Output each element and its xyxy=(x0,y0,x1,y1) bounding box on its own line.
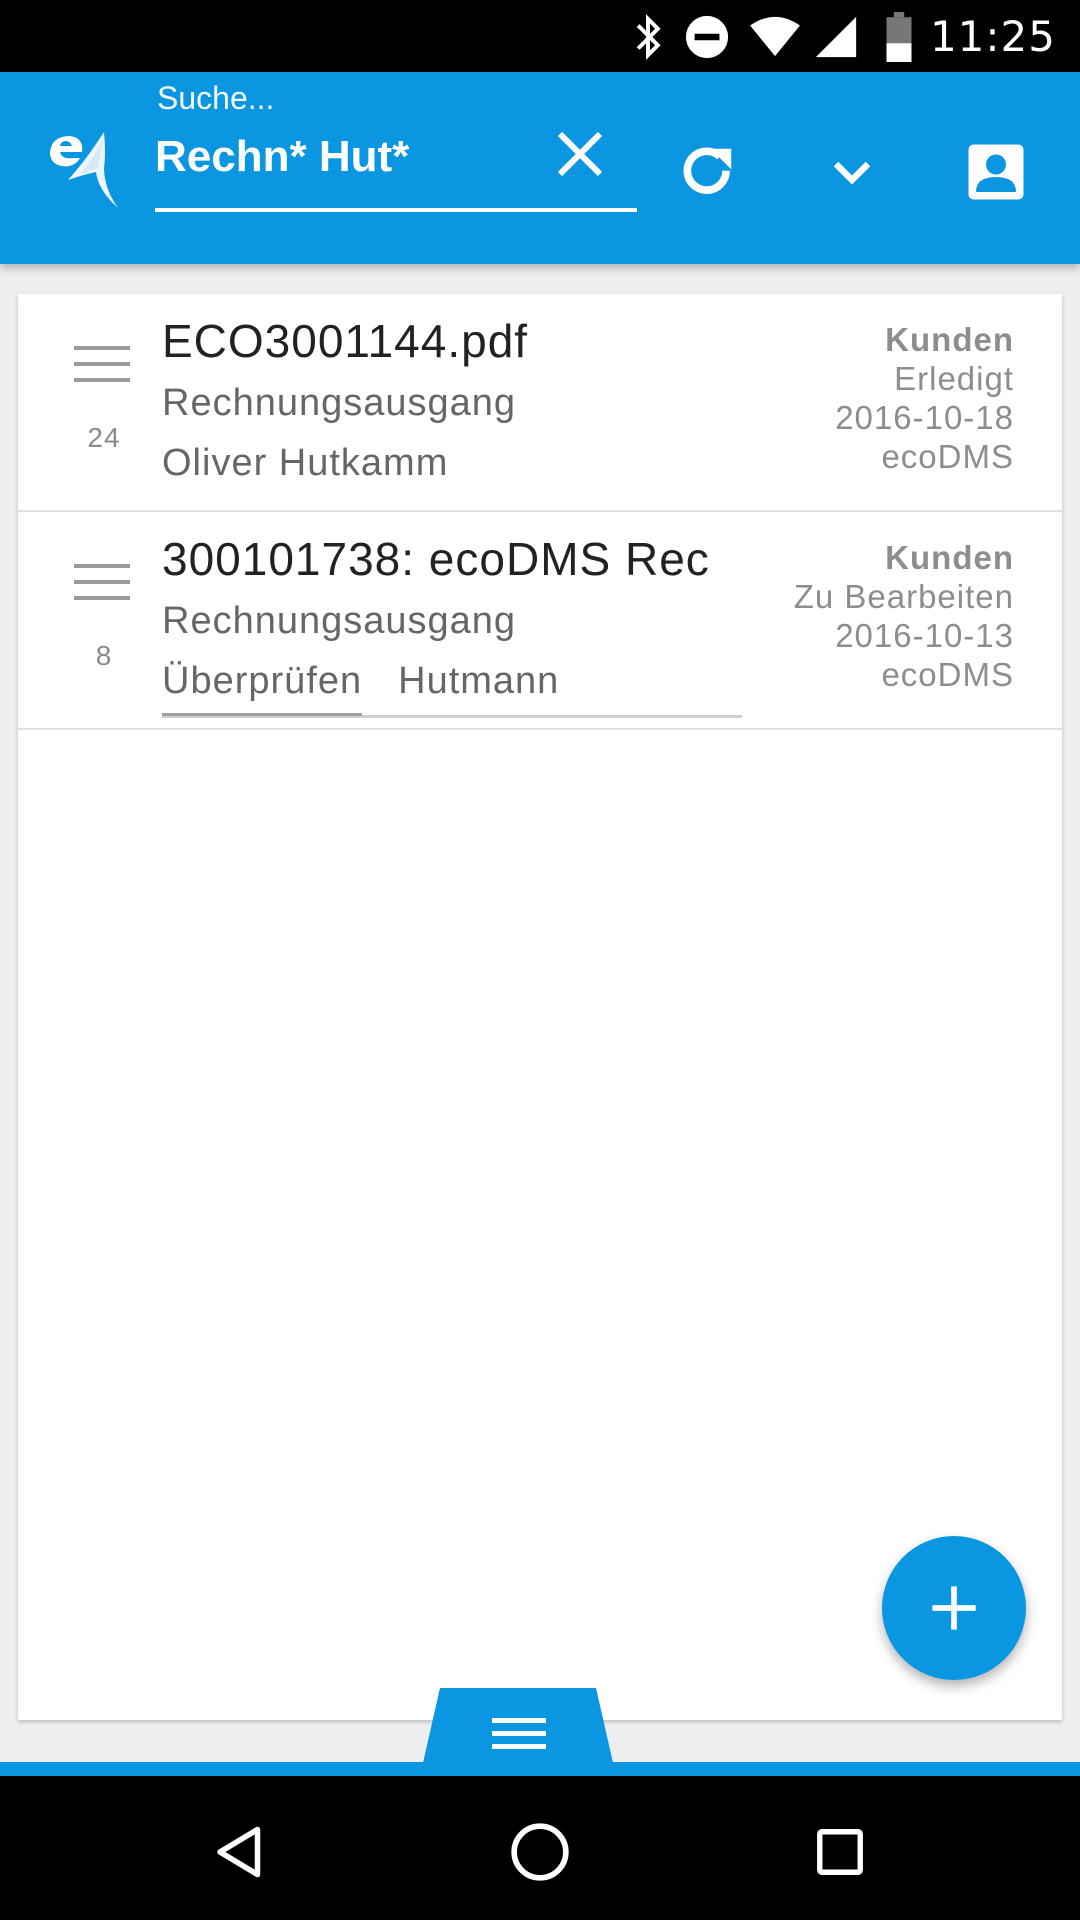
document-meta: Kunden Zu Bearbeiten 2016-10-13 ecoDMS xyxy=(794,538,1014,694)
search-label: Suche... xyxy=(157,80,275,116)
item-count: 8 xyxy=(95,640,113,671)
document-title: 300101738: ecoDMS Rec xyxy=(162,533,710,585)
system-nav-bar xyxy=(0,1776,1080,1920)
status-time: 11:25 xyxy=(929,12,1056,61)
document-status: Zu Bearbeiten xyxy=(793,578,1014,615)
account-icon xyxy=(968,144,1024,200)
document-owner: ecoDMS xyxy=(881,438,1014,475)
account-button[interactable] xyxy=(956,132,1036,212)
drag-handle-icon[interactable] xyxy=(74,564,130,604)
status-bar: 11:25 xyxy=(0,0,1080,72)
drag-handle-icon[interactable] xyxy=(74,346,130,386)
search-box: Suche... xyxy=(155,76,637,216)
menu-tab-button[interactable] xyxy=(420,1688,616,1776)
document-meta: Kunden Erledigt 2016-10-18 ecoDMS xyxy=(835,320,1014,476)
chevron-down-icon xyxy=(833,161,871,185)
wifi-icon xyxy=(750,16,800,57)
refresh-icon xyxy=(683,147,732,194)
bluetooth-icon xyxy=(636,14,661,60)
nav-recents-button[interactable] xyxy=(800,1812,880,1892)
cell-signal-icon xyxy=(815,16,857,58)
document-type: Rechnungsausgang xyxy=(162,600,517,642)
document-list: 24 ECO3001144.pdf Rechnungsausgang Olive… xyxy=(18,294,1062,1720)
battery-icon xyxy=(886,12,912,62)
back-icon xyxy=(217,1826,261,1878)
clear-icon[interactable] xyxy=(550,124,610,184)
tag-chip[interactable]: Überprüfen xyxy=(162,660,363,716)
document-status: Erledigt xyxy=(894,360,1014,397)
add-document-button[interactable] xyxy=(882,1536,1026,1680)
document-category: Kunden xyxy=(885,321,1014,358)
document-tags: Überprüfen Hutmann xyxy=(162,660,559,716)
document-keywords: Oliver Hutkamm xyxy=(162,442,449,484)
document-type: Rechnungsausgang xyxy=(162,382,517,424)
tag-chip[interactable]: Hutmann xyxy=(398,660,559,702)
document-title: ECO3001144.pdf xyxy=(162,315,529,367)
home-icon xyxy=(511,1823,569,1881)
do-not-disturb-icon xyxy=(685,15,729,59)
document-owner: ecoDMS xyxy=(881,656,1014,693)
search-underline xyxy=(155,208,637,212)
refresh-button[interactable] xyxy=(668,132,748,212)
nav-back-button[interactable] xyxy=(200,1812,280,1892)
list-item[interactable]: 24 ECO3001144.pdf Rechnungsausgang Olive… xyxy=(18,294,1062,512)
document-category: Kunden xyxy=(885,539,1014,576)
filter-dropdown-button[interactable] xyxy=(812,132,892,212)
app-bar: Suche... xyxy=(0,72,1080,264)
nav-home-button[interactable] xyxy=(500,1812,580,1892)
list-item[interactable]: 8 300101738: ecoDMS Rec Rechnungsausgang… xyxy=(18,512,1062,730)
search-input[interactable] xyxy=(155,124,555,190)
document-date: 2016-10-13 xyxy=(835,617,1014,654)
document-date: 2016-10-18 xyxy=(835,399,1014,436)
item-count: 24 xyxy=(87,422,121,453)
ecodms-logo-icon[interactable] xyxy=(46,130,124,210)
recents-icon xyxy=(817,1829,863,1875)
plus-icon xyxy=(932,1586,976,1630)
menu-icon xyxy=(492,1718,546,1749)
